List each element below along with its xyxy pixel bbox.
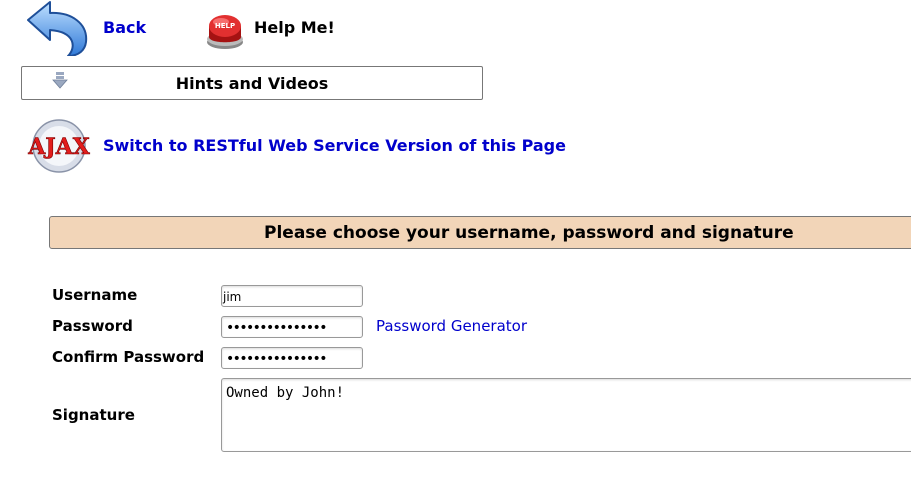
form-header: Please choose your username, password an… [49, 216, 911, 249]
signature-value: Owned by John! [226, 385, 345, 401]
signature-label: Signature [52, 406, 135, 424]
password-label: Password [52, 317, 133, 335]
help-me-link[interactable]: Help Me! [254, 18, 335, 37]
password-mask: ••••••••••••••• [226, 320, 327, 336]
form-title: Please choose your username, password an… [264, 223, 794, 243]
confirm-password-label: Confirm Password [52, 348, 205, 366]
username-input[interactable]: jim [221, 285, 363, 307]
switch-restful-link[interactable]: Switch to RESTful Web Service Version of… [103, 136, 566, 155]
ajax-logo-icon[interactable]: AJAX [26, 118, 92, 174]
help-button-icon[interactable]: HELP [203, 8, 247, 50]
back-link[interactable]: Back [103, 18, 146, 37]
svg-text:AJAX: AJAX [27, 134, 91, 160]
svg-text:HELP: HELP [215, 22, 235, 30]
hints-and-videos-toggle[interactable]: Hints and Videos [21, 66, 483, 100]
password-generator-link[interactable]: Password Generator [376, 317, 527, 335]
confirm-password-input[interactable]: ••••••••••••••• [221, 347, 363, 369]
hints-label: Hints and Videos [175, 74, 329, 93]
confirm-password-mask: ••••••••••••••• [226, 351, 327, 367]
back-arrow-icon[interactable] [24, 0, 92, 57]
username-label: Username [52, 286, 138, 304]
username-value: jim [223, 290, 242, 304]
password-input[interactable]: ••••••••••••••• [221, 316, 363, 338]
signature-textarea[interactable]: Owned by John! [221, 378, 911, 452]
